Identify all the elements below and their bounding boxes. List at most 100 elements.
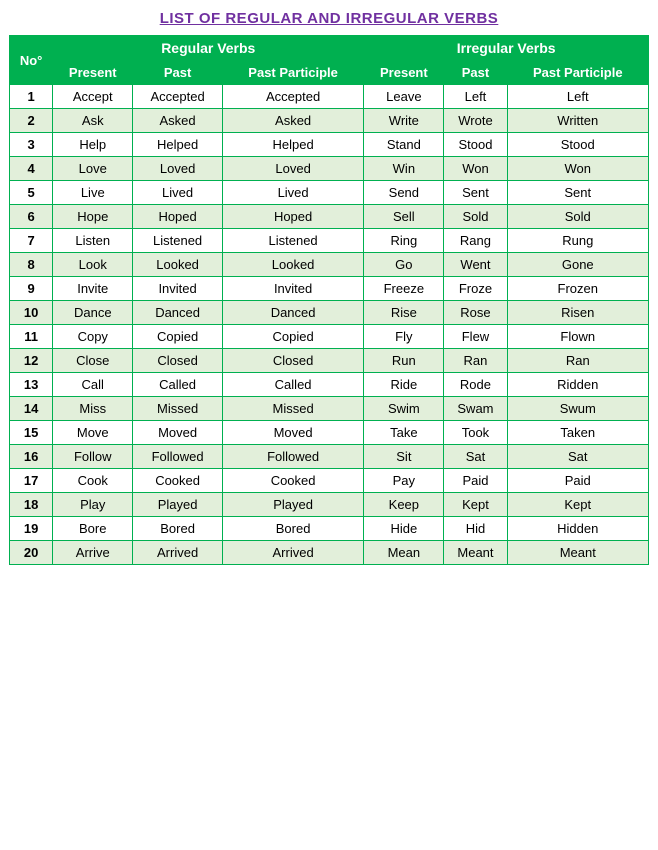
irregular-present: Sell (364, 205, 444, 229)
regular-pp: Called (222, 373, 363, 397)
regular-present: Miss (53, 397, 133, 421)
regular-pp-header: Past Participle (222, 61, 363, 85)
regular-past: Closed (133, 349, 223, 373)
irregular-past: Rode (444, 373, 507, 397)
regular-present: Close (53, 349, 133, 373)
irregular-present: Rise (364, 301, 444, 325)
irregular-past: Ran (444, 349, 507, 373)
irregular-past: Sold (444, 205, 507, 229)
regular-verbs-header: Regular Verbs (53, 36, 364, 61)
irregular-pp: Paid (507, 469, 648, 493)
no-cell: 18 (10, 493, 53, 517)
regular-present: Follow (53, 445, 133, 469)
irregular-pp: Risen (507, 301, 648, 325)
regular-pp: Looked (222, 253, 363, 277)
no-cell: 15 (10, 421, 53, 445)
irregular-present: Hide (364, 517, 444, 541)
irregular-pp: Sold (507, 205, 648, 229)
irregular-pp: Written (507, 109, 648, 133)
irregular-pp: Won (507, 157, 648, 181)
regular-present: Bore (53, 517, 133, 541)
no-cell: 17 (10, 469, 53, 493)
irregular-present: Freeze (364, 277, 444, 301)
regular-past: Loved (133, 157, 223, 181)
no-cell: 11 (10, 325, 53, 349)
regular-present: Cook (53, 469, 133, 493)
regular-pp: Asked (222, 109, 363, 133)
regular-present-header: Present (53, 61, 133, 85)
no-cell: 4 (10, 157, 53, 181)
irregular-past: Kept (444, 493, 507, 517)
regular-past: Hoped (133, 205, 223, 229)
no-cell: 12 (10, 349, 53, 373)
irregular-past: Took (444, 421, 507, 445)
irregular-present: Ride (364, 373, 444, 397)
regular-past: Invited (133, 277, 223, 301)
no-cell: 10 (10, 301, 53, 325)
regular-present: Play (53, 493, 133, 517)
regular-past: Asked (133, 109, 223, 133)
irregular-pp: Meant (507, 541, 648, 565)
irregular-past: Went (444, 253, 507, 277)
irregular-present: Run (364, 349, 444, 373)
regular-present: Love (53, 157, 133, 181)
no-cell: 20 (10, 541, 53, 565)
regular-pp: Followed (222, 445, 363, 469)
no-cell: 14 (10, 397, 53, 421)
irregular-present: Keep (364, 493, 444, 517)
regular-pp: Listened (222, 229, 363, 253)
irregular-pp: Hidden (507, 517, 648, 541)
regular-present: Accept (53, 85, 133, 109)
irregular-past: Meant (444, 541, 507, 565)
regular-pp: Copied (222, 325, 363, 349)
irregular-past: Sent (444, 181, 507, 205)
irregular-past: Swam (444, 397, 507, 421)
regular-present: Hope (53, 205, 133, 229)
no-cell: 16 (10, 445, 53, 469)
irregular-verbs-header: Irregular Verbs (364, 36, 649, 61)
irregular-present: Send (364, 181, 444, 205)
no-cell: 8 (10, 253, 53, 277)
irregular-present: Write (364, 109, 444, 133)
irregular-past: Wrote (444, 109, 507, 133)
regular-pp: Bored (222, 517, 363, 541)
no-cell: 9 (10, 277, 53, 301)
irregular-pp: Sent (507, 181, 648, 205)
regular-pp: Missed (222, 397, 363, 421)
no-cell: 13 (10, 373, 53, 397)
regular-past: Copied (133, 325, 223, 349)
regular-present: Call (53, 373, 133, 397)
regular-present: Dance (53, 301, 133, 325)
regular-pp: Hoped (222, 205, 363, 229)
regular-pp: Arrived (222, 541, 363, 565)
no-cell: 1 (10, 85, 53, 109)
irregular-past: Froze (444, 277, 507, 301)
regular-past: Lived (133, 181, 223, 205)
regular-past: Played (133, 493, 223, 517)
regular-past: Accepted (133, 85, 223, 109)
regular-past: Danced (133, 301, 223, 325)
irregular-past: Flew (444, 325, 507, 349)
no-cell: 5 (10, 181, 53, 205)
regular-pp: Moved (222, 421, 363, 445)
irregular-present: Leave (364, 85, 444, 109)
regular-pp: Accepted (222, 85, 363, 109)
irregular-present: Win (364, 157, 444, 181)
regular-present: Copy (53, 325, 133, 349)
regular-present: Look (53, 253, 133, 277)
irregular-present-header: Present (364, 61, 444, 85)
regular-past: Looked (133, 253, 223, 277)
irregular-present: Go (364, 253, 444, 277)
regular-present: Move (53, 421, 133, 445)
regular-pp: Helped (222, 133, 363, 157)
regular-pp: Cooked (222, 469, 363, 493)
regular-past: Bored (133, 517, 223, 541)
irregular-pp: Stood (507, 133, 648, 157)
irregular-past: Rang (444, 229, 507, 253)
regular-past: Followed (133, 445, 223, 469)
regular-present: Listen (53, 229, 133, 253)
regular-past: Listened (133, 229, 223, 253)
regular-past-header: Past (133, 61, 223, 85)
irregular-present: Take (364, 421, 444, 445)
regular-pp: Danced (222, 301, 363, 325)
